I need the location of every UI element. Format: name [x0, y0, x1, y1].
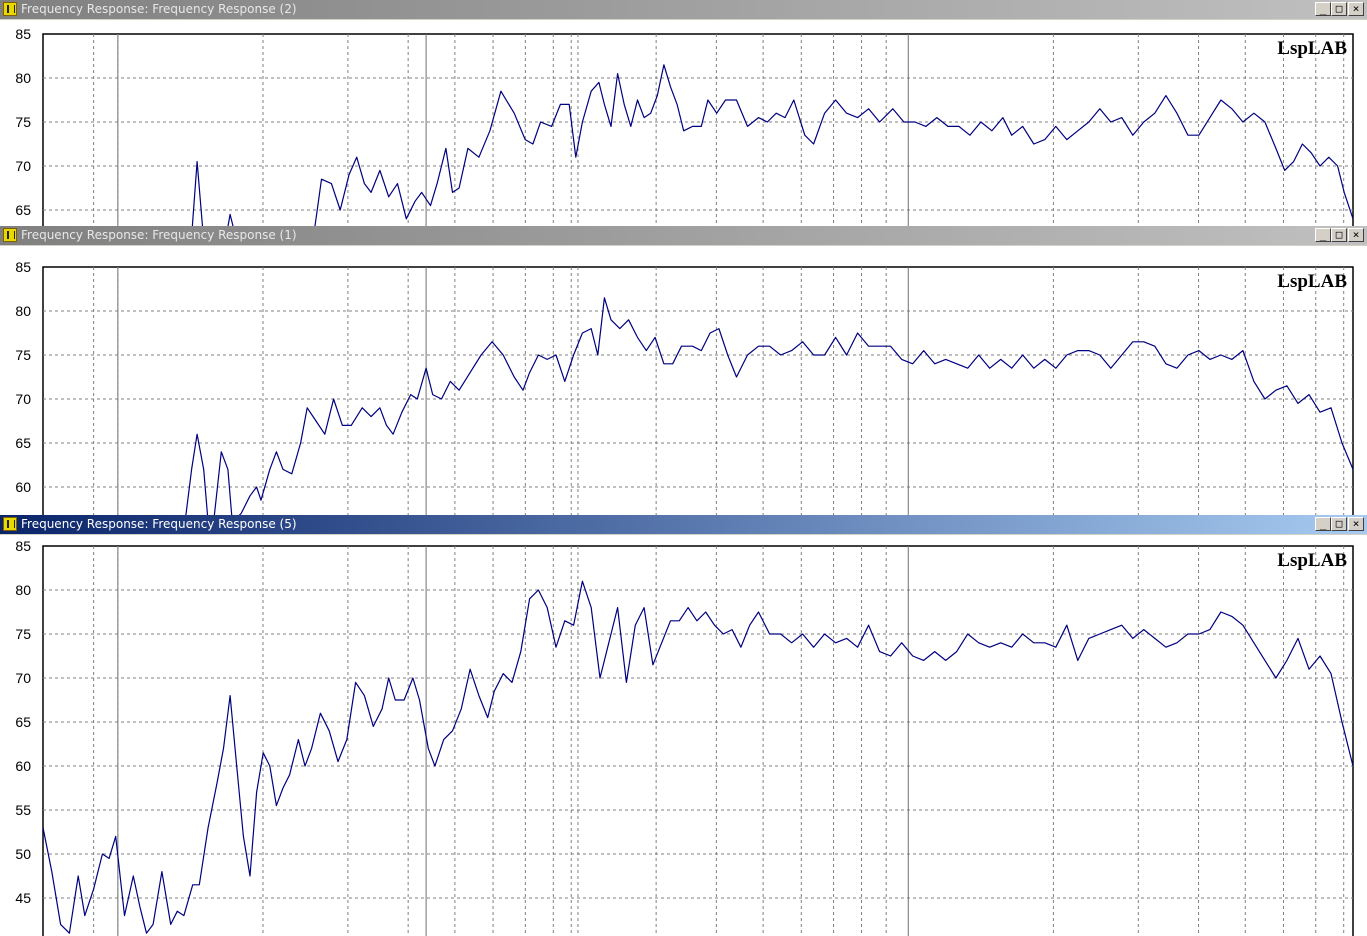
- speaker-app-icon[interactable]: [3, 228, 17, 242]
- minimize-button[interactable]: _: [1315, 228, 1331, 242]
- y-tick-label: 65: [15, 202, 31, 218]
- window-title-bar[interactable]: Frequency Response: Frequency Response (…: [0, 515, 1367, 534]
- frequency-response-chart: 85 80 75 70 65 LspLAB: [15, 26, 1354, 226]
- close-button[interactable]: ×: [1348, 228, 1364, 242]
- maximize-button[interactable]: □: [1331, 517, 1347, 531]
- y-tick-label: 55: [15, 802, 31, 818]
- y-tick-label: 45: [15, 890, 31, 906]
- y-tick-label: 80: [15, 70, 31, 86]
- window-title: Frequency Response: Frequency Response (…: [21, 517, 297, 531]
- y-tick-label: 60: [15, 758, 31, 774]
- frequency-response-window-1[interactable]: Frequency Response: Frequency Response (…: [0, 226, 1367, 516]
- lsplab-logo-text: LspLAB: [1277, 38, 1347, 59]
- maximize-button[interactable]: □: [1331, 228, 1347, 242]
- y-tick-label: 65: [15, 435, 31, 451]
- y-tick-label: 80: [15, 303, 31, 319]
- y-tick-label: 85: [15, 259, 31, 275]
- window-title: Frequency Response: Frequency Response (…: [21, 228, 297, 242]
- lsplab-logo-text: LspLAB: [1277, 550, 1347, 571]
- frequency-response-chart: 85 80 75 70 65 60 LspLAB: [15, 259, 1354, 516]
- plot-frame: [42, 33, 1354, 226]
- y-tick-label: 75: [15, 114, 31, 130]
- y-tick-label: 70: [15, 391, 31, 407]
- window-title: Frequency Response: Frequency Response (…: [21, 2, 297, 16]
- y-tick-label: 50: [15, 846, 31, 862]
- y-tick-label: 75: [15, 626, 31, 642]
- speaker-app-icon[interactable]: [3, 2, 17, 16]
- y-tick-label: 70: [15, 670, 31, 686]
- plot-frame: [42, 545, 1354, 936]
- window-title-bar[interactable]: Frequency Response: Frequency Response (…: [0, 226, 1367, 245]
- y-tick-label: 85: [15, 538, 31, 554]
- speaker-app-icon[interactable]: [3, 517, 17, 531]
- lsplab-logo-text: LspLAB: [1277, 271, 1347, 292]
- y-tick-label: 85: [15, 26, 31, 42]
- y-tick-label: 80: [15, 582, 31, 598]
- y-tick-label: 70: [15, 158, 31, 174]
- window-title-bar[interactable]: Frequency Response: Frequency Response (…: [0, 0, 1367, 19]
- plot-frame: [42, 266, 1354, 516]
- y-tick-label: 65: [15, 714, 31, 730]
- frequency-response-window-2[interactable]: Frequency Response: Frequency Response (…: [0, 0, 1367, 226]
- close-button[interactable]: ×: [1348, 517, 1364, 531]
- plot-area[interactable]: 85 80 75 70 65 60 55 50 45 LspLAB: [0, 535, 1367, 936]
- close-button[interactable]: ×: [1348, 2, 1364, 16]
- minimize-button[interactable]: _: [1315, 517, 1331, 531]
- y-tick-label: 60: [15, 479, 31, 495]
- maximize-button[interactable]: □: [1331, 2, 1347, 16]
- frequency-response-chart: 85 80 75 70 65 60 55 50 45 LspLAB: [15, 538, 1354, 936]
- y-tick-label: 75: [15, 347, 31, 363]
- plot-area[interactable]: 85 80 75 70 65 60 LspLAB: [0, 246, 1367, 516]
- plot-area[interactable]: 85 80 75 70 65 LspLAB: [0, 20, 1367, 226]
- minimize-button[interactable]: _: [1315, 2, 1331, 16]
- frequency-response-window-5[interactable]: Frequency Response: Frequency Response (…: [0, 515, 1367, 936]
